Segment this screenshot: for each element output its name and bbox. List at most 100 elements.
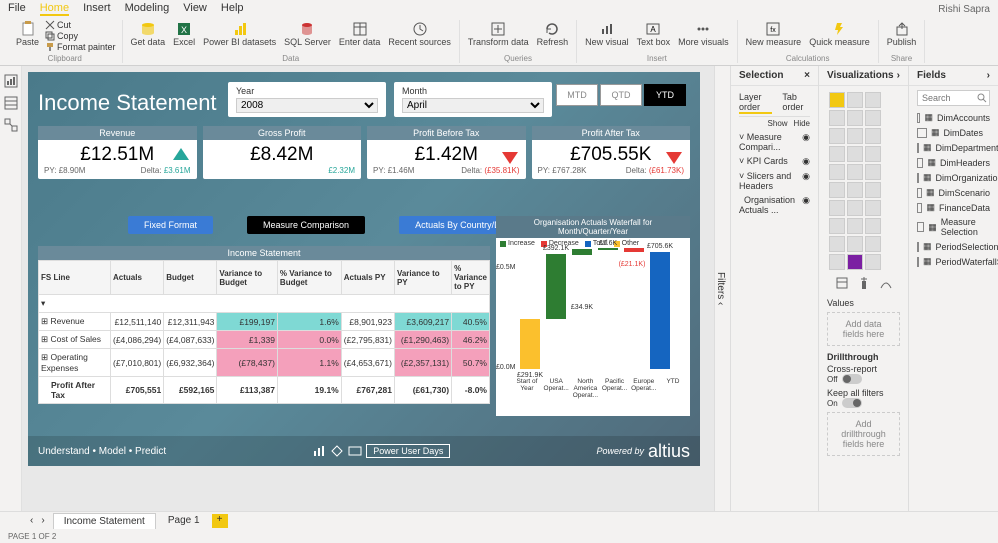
viz-type-icon[interactable] xyxy=(829,236,845,252)
viz-type-icon[interactable] xyxy=(847,182,863,198)
data-view-icon[interactable] xyxy=(4,96,18,110)
eye-icon[interactable]: ◉ xyxy=(802,171,810,191)
ytd-button[interactable]: YTD xyxy=(644,84,686,106)
kpi-pbt[interactable]: Profit Before Tax £1.42M PY: £1.46MDelta… xyxy=(367,126,526,179)
field-table[interactable]: ▦ FinanceData xyxy=(917,200,990,215)
field-table[interactable]: ▦ DimScenario xyxy=(917,185,990,200)
next-page-icon[interactable]: › xyxy=(41,515,44,526)
kpi-pat[interactable]: Profit After Tax £705.55K PY: £767.28KDe… xyxy=(532,126,691,179)
transform-data-button[interactable]: Transform data xyxy=(466,20,531,48)
fixed-format-button[interactable]: Fixed Format xyxy=(128,216,213,234)
drillthrough-well[interactable]: Add drillthrough fields here xyxy=(827,412,900,456)
report-canvas[interactable]: Income Statement Year 2008 Month April M… xyxy=(22,66,714,511)
menu-help[interactable]: Help xyxy=(221,2,244,16)
model-view-icon[interactable] xyxy=(4,118,18,132)
viz-type-icon[interactable] xyxy=(847,146,863,162)
viz-type-icon[interactable] xyxy=(865,236,881,252)
add-page-button[interactable]: + xyxy=(212,514,228,528)
kpi-revenue[interactable]: Revenue £12.51M PY: £8.90MDelta: £3.61M xyxy=(38,126,197,179)
mtd-button[interactable]: MTD xyxy=(556,84,598,106)
tab-income-statement[interactable]: Income Statement xyxy=(53,513,156,529)
report-view-icon[interactable] xyxy=(4,74,18,88)
menu-home[interactable]: Home xyxy=(40,2,69,16)
menu-insert[interactable]: Insert xyxy=(83,2,111,16)
viz-type-icon[interactable] xyxy=(847,236,863,252)
viz-type-icon[interactable] xyxy=(847,218,863,234)
enter-data-button[interactable]: Enter data xyxy=(337,20,383,48)
field-table[interactable]: ▦ PeriodWaterfallSele... xyxy=(917,254,990,269)
sql-server-button[interactable]: SQL Server xyxy=(282,20,333,48)
viz-type-icon[interactable] xyxy=(847,164,863,180)
layer-order-tab[interactable]: Layer order xyxy=(739,92,772,114)
field-table[interactable]: ▦ PeriodSelection xyxy=(917,239,990,254)
viz-type-icon[interactable] xyxy=(865,182,881,198)
viz-type-icon[interactable] xyxy=(829,254,845,270)
menu-file[interactable]: File xyxy=(8,2,26,16)
format-tab-icon[interactable] xyxy=(857,276,871,290)
income-table[interactable]: Income Statement FS LineActualsBudgetVar… xyxy=(38,246,490,404)
viz-type-icon[interactable] xyxy=(865,128,881,144)
cut-button[interactable]: Cut xyxy=(45,20,116,30)
eye-icon[interactable]: ◉ xyxy=(802,132,810,152)
excel-button[interactable]: XExcel xyxy=(171,20,197,48)
prev-page-icon[interactable]: ‹ xyxy=(30,515,33,526)
viz-type-icon[interactable] xyxy=(865,200,881,216)
field-table[interactable]: ▦ DimDates xyxy=(917,125,990,140)
selection-item[interactable]: ˅ Slicers and Headers◉ xyxy=(739,169,810,193)
month-select[interactable]: April xyxy=(402,98,544,113)
keep-filters-toggle[interactable] xyxy=(842,398,862,408)
chevron-right-icon[interactable]: › xyxy=(897,70,900,81)
viz-type-icon[interactable] xyxy=(829,92,845,108)
field-table[interactable]: ▦ DimHeaders xyxy=(917,155,990,170)
values-well[interactable]: Add data fields here xyxy=(827,312,900,346)
year-select[interactable]: 2008 xyxy=(236,98,378,113)
quick-measure-button[interactable]: Quick measure xyxy=(807,20,872,48)
viz-type-icon[interactable] xyxy=(829,128,845,144)
tab-order-tab[interactable]: Tab order xyxy=(782,92,810,114)
viz-type-icon[interactable] xyxy=(829,218,845,234)
hide-button[interactable]: Hide xyxy=(794,119,810,128)
fields-tab-icon[interactable] xyxy=(835,276,849,290)
chevron-right-icon[interactable]: › xyxy=(987,70,990,81)
field-table[interactable]: ▦ DimDepartments xyxy=(917,140,990,155)
selection-item[interactable]: ˅ KPI Cards◉ xyxy=(739,154,810,169)
kpi-gross-profit[interactable]: Gross Profit £8.42M £2.32M xyxy=(203,126,362,179)
viz-type-icon[interactable] xyxy=(829,110,845,126)
eye-icon[interactable]: ◉ xyxy=(802,195,810,215)
viz-type-icon[interactable] xyxy=(847,128,863,144)
viz-type-icon[interactable] xyxy=(847,110,863,126)
copy-button[interactable]: Copy xyxy=(45,31,116,41)
selection-item[interactable]: Organisation Actuals ...◉ xyxy=(739,193,810,217)
qtd-button[interactable]: QTD xyxy=(600,84,642,106)
format-painter-button[interactable]: Format painter xyxy=(45,42,116,52)
waterfall-chart[interactable]: Organisation Actuals Waterfall for Month… xyxy=(496,216,690,416)
close-icon[interactable]: × xyxy=(804,70,810,81)
field-table[interactable]: ▦ DimAccounts xyxy=(917,110,990,125)
table-row[interactable]: ⊞ Operating Expenses(£7,010,801)(£6,932,… xyxy=(39,349,490,377)
tab-page-1[interactable]: Page 1 xyxy=(158,513,210,528)
filters-pane-toggle[interactable]: Filters ‹ xyxy=(714,66,730,511)
get-data-button[interactable]: Get data xyxy=(129,20,168,48)
year-slicer[interactable]: Year 2008 xyxy=(228,82,386,117)
viz-type-icon[interactable] xyxy=(829,200,845,216)
measure-comparison-button[interactable]: Measure Comparison xyxy=(247,216,365,234)
pbi-datasets-button[interactable]: Power BI datasets xyxy=(201,20,278,48)
viz-type-icon[interactable] xyxy=(829,146,845,162)
viz-type-icon[interactable] xyxy=(865,110,881,126)
viz-type-icon[interactable] xyxy=(865,254,881,270)
viz-type-icon[interactable] xyxy=(865,164,881,180)
table-row[interactable]: Profit After Tax£705,551£592,165£113,387… xyxy=(39,377,490,404)
eye-icon[interactable]: ◉ xyxy=(802,156,810,167)
paste-button[interactable]: Paste xyxy=(14,20,41,48)
new-visual-button[interactable]: New visual xyxy=(583,20,631,48)
viz-type-icon[interactable] xyxy=(865,146,881,162)
viz-type-icon[interactable] xyxy=(847,92,863,108)
field-table[interactable]: ▦ DimOrganizations xyxy=(917,170,990,185)
analytics-tab-icon[interactable] xyxy=(879,276,893,290)
table-row[interactable]: ⊞ Cost of Sales(£4,086,294)(£4,087,633)£… xyxy=(39,331,490,349)
viz-type-icon[interactable] xyxy=(865,218,881,234)
menu-modeling[interactable]: Modeling xyxy=(125,2,170,16)
cross-report-toggle[interactable] xyxy=(842,374,862,384)
menu-view[interactable]: View xyxy=(183,2,207,16)
table-row[interactable]: ⊞ Revenue£12,511,140£12,311,943£199,1971… xyxy=(39,313,490,331)
